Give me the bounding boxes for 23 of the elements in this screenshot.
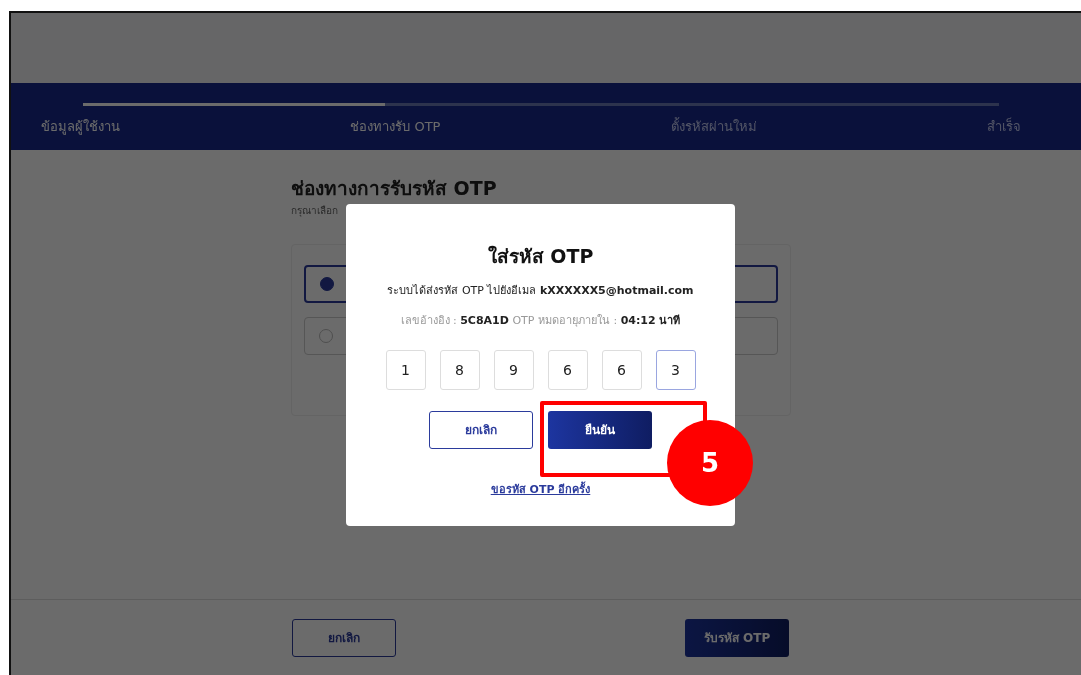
otp-digit-field[interactable]: 6 [601, 349, 642, 390]
otp-digit-field[interactable]: 9 [493, 349, 534, 390]
otp-digit-field[interactable]: 8 [439, 349, 480, 390]
step-label: ข้อมูลผู้ใช้งาน [41, 118, 120, 137]
sent-message: ระบบได้ส่งรหัส OTP ไปยังอีเมล [387, 283, 537, 297]
section-title: ช่องทางการรับรหัส OTP [291, 176, 498, 201]
step-label: ตั้งรหัสผ่านใหม่ [670, 117, 757, 136]
request-otp-button[interactable]: รับรหัส OTP [685, 618, 789, 657]
reference-label: เลขอ้างอิง : [400, 314, 457, 327]
email-address: kXXXXXX5@hotmail.com [539, 283, 694, 297]
confirm-button[interactable]: ยืนยัน [548, 410, 652, 449]
reference-code: 5C8A1D [460, 314, 509, 327]
expiry-label: OTP หมดอายุภายใน : [512, 314, 618, 327]
resend-otp-link[interactable]: ขอรหัส OTP อีกครั้ง [490, 481, 591, 498]
otp-digit-field[interactable]: 3 [655, 349, 696, 390]
dialog-title: ใส่รหัส OTP [486, 244, 595, 269]
otp-digit-field[interactable]: 6 [547, 349, 588, 390]
section-subtitle: กรุณาเลือก [291, 203, 339, 218]
step-label: ช่องทางรับ OTP [350, 118, 441, 136]
step-label: สำเร็จ [987, 117, 1021, 136]
otp-digit-field[interactable]: 1 [385, 349, 426, 390]
cancel-button[interactable]: ยกเลิก [429, 410, 533, 449]
expiry-time: 04:12 นาที [620, 314, 681, 327]
